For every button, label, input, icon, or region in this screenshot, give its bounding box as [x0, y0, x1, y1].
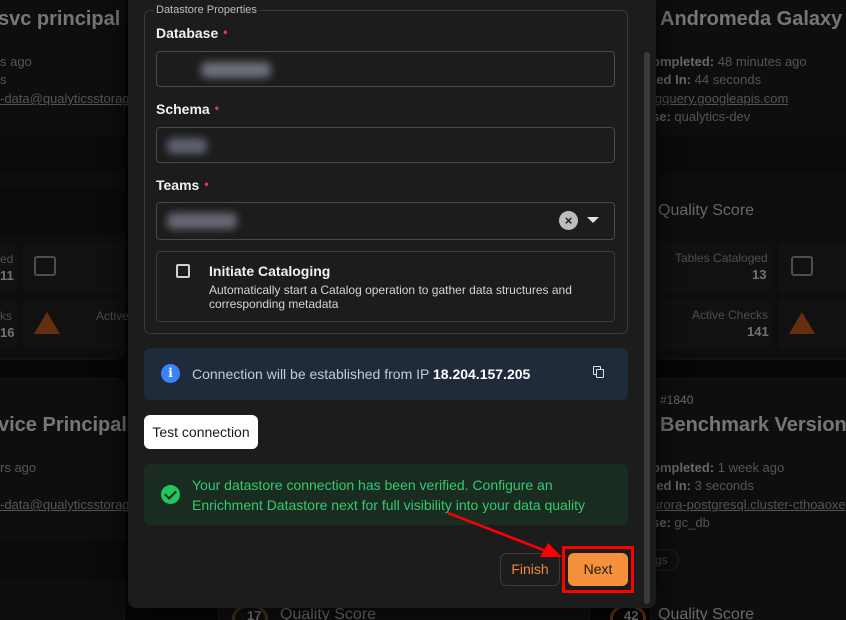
database-input[interactable]: [156, 51, 615, 87]
test-connection-button[interactable]: Test connection: [144, 415, 258, 449]
ip-address: 18.204.157.205: [432, 366, 531, 382]
redacted-value: [167, 138, 207, 154]
schema-input[interactable]: [156, 127, 615, 163]
check-circle-icon: [161, 485, 180, 504]
teams-label: Teams •: [156, 177, 209, 193]
section-title: Datastore Properties: [154, 4, 259, 16]
chevron-down-icon[interactable]: [587, 217, 599, 223]
annotation-arrow-icon: [447, 511, 562, 557]
initiate-cataloging-checkbox[interactable]: [176, 264, 190, 278]
database-label: Database •: [156, 25, 228, 41]
schema-label: Schema •: [156, 101, 219, 117]
info-icon: i: [161, 364, 180, 383]
next-button-highlight: [562, 546, 634, 593]
clear-icon[interactable]: ×: [559, 211, 578, 230]
redacted-value: [201, 62, 271, 78]
initiate-cataloging-description: Automatically start a Catalog operation …: [209, 283, 572, 311]
teams-select[interactable]: [156, 202, 615, 240]
initiate-cataloging-title: Initiate Cataloging: [209, 263, 331, 279]
copy-icon[interactable]: [593, 366, 605, 379]
connection-info-text: Connection will be established from IP 1…: [192, 366, 531, 382]
modal-scrollbar[interactable]: [644, 52, 650, 604]
redacted-value: [167, 213, 237, 229]
